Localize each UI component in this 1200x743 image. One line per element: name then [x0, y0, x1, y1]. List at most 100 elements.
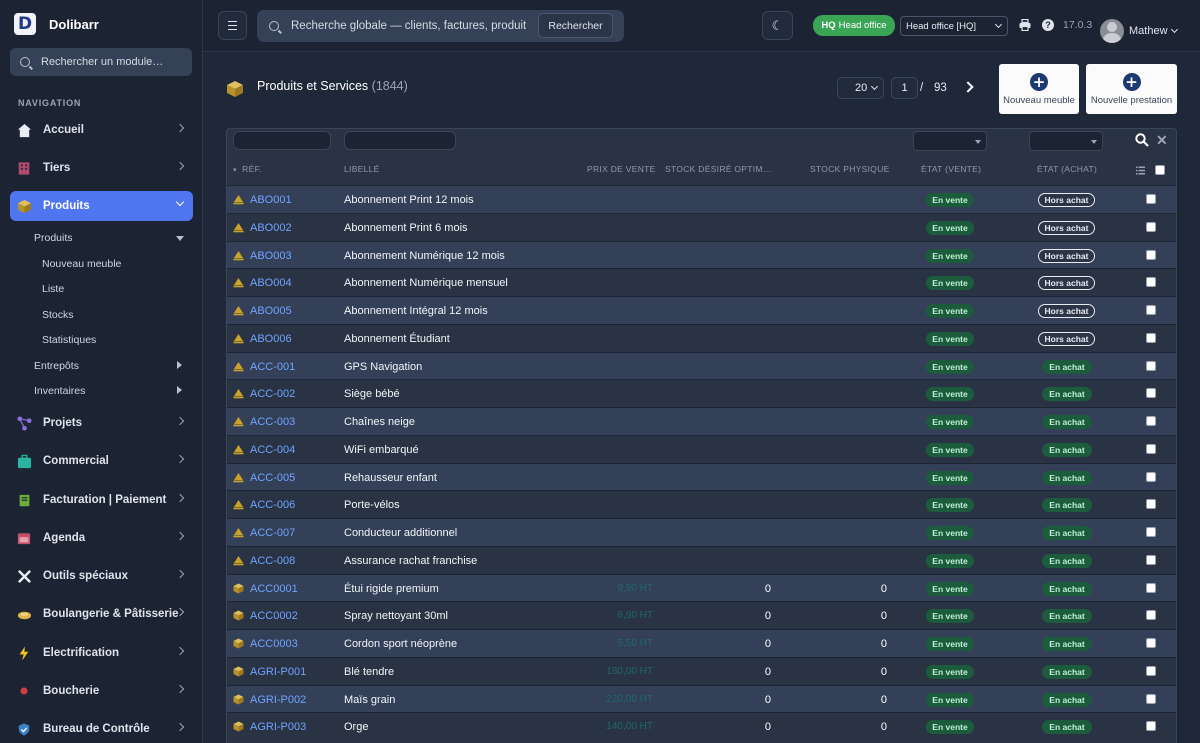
- row-checkbox[interactable]: [1146, 582, 1156, 593]
- buy-state-filter[interactable]: [1029, 131, 1103, 151]
- column-header-stock-desired[interactable]: STOCK DÉSIRÉ OPTIM…: [665, 164, 772, 174]
- product-ref-link[interactable]: AGRI-P002: [250, 694, 306, 706]
- product-ref-link[interactable]: ABO001: [250, 194, 292, 206]
- sub-item-entrepots[interactable]: Entrepôts: [34, 360, 79, 372]
- per-page-select[interactable]: 20: [837, 77, 884, 99]
- row-checkbox[interactable]: [1146, 443, 1156, 454]
- row-checkbox[interactable]: [1146, 249, 1156, 260]
- sidebar-item-bureau-de-contr-le[interactable]: Bureau de Contrôle: [10, 714, 193, 743]
- product-ref-link[interactable]: ACC-007: [250, 527, 295, 539]
- next-page-icon[interactable]: [962, 81, 974, 93]
- sidebar-item-commercial[interactable]: Commercial: [10, 446, 193, 476]
- sidebar-item-label: Projets: [43, 417, 82, 429]
- help-icon[interactable]: ?: [1042, 19, 1054, 31]
- row-checkbox[interactable]: [1146, 638, 1156, 648]
- module-search-input[interactable]: [41, 56, 181, 68]
- row-checkbox[interactable]: [1146, 416, 1156, 426]
- product-label: Étui rigide premium: [344, 582, 439, 595]
- sub-item-liste[interactable]: Liste: [42, 283, 64, 295]
- row-checkbox[interactable]: [1146, 665, 1156, 676]
- column-header-state-buy[interactable]: ÉTAT (ACHAT): [1037, 164, 1097, 174]
- row-checkbox[interactable]: [1146, 471, 1156, 482]
- clear-filters-icon[interactable]: ✕: [1156, 132, 1168, 149]
- avatar[interactable]: [1100, 19, 1124, 43]
- sub-item-inventaires[interactable]: Inventaires: [34, 385, 85, 397]
- product-ref-link[interactable]: AGRI-P003: [250, 721, 306, 733]
- column-header-label[interactable]: LIBELLÉ: [344, 164, 380, 174]
- column-header-state-sell[interactable]: ÉTAT (VENTE): [921, 164, 981, 174]
- row-checkbox[interactable]: [1146, 194, 1156, 204]
- new-furniture-button[interactable]: + Nouveau meuble: [999, 64, 1079, 114]
- product-ref-link[interactable]: ABO002: [250, 222, 292, 234]
- entity-select[interactable]: Head office [HQ]: [900, 16, 1008, 36]
- sidebar-item-electrification[interactable]: Electrification: [10, 638, 193, 668]
- label-filter-input[interactable]: [344, 131, 456, 150]
- caret-right-icon[interactable]: [177, 361, 182, 369]
- row-checkbox[interactable]: [1146, 693, 1156, 704]
- caret-down-icon[interactable]: [176, 236, 184, 241]
- sub-item-nouveau-meuble[interactable]: Nouveau meuble: [42, 258, 121, 270]
- product-ref-link[interactable]: ACC-006: [250, 499, 295, 511]
- menu-toggle-button[interactable]: [218, 11, 247, 40]
- product-ref-link[interactable]: ACC0002: [250, 610, 298, 622]
- product-ref-link[interactable]: ACC-002: [250, 388, 295, 400]
- product-ref-link[interactable]: ACC-001: [250, 361, 295, 373]
- column-list-icon[interactable]: [1136, 166, 1145, 175]
- sidebar-item-boulangerie-p-tisserie[interactable]: Boulangerie & Pâtisserie: [10, 599, 193, 629]
- sub-item-produits[interactable]: Produits: [34, 232, 73, 244]
- brand[interactable]: D Dolibarr: [14, 12, 99, 36]
- row-checkbox[interactable]: [1146, 527, 1156, 537]
- product-ref-link[interactable]: ACC-008: [250, 555, 295, 567]
- row-checkbox[interactable]: [1146, 499, 1156, 510]
- chevron-down-icon[interactable]: [1170, 25, 1179, 34]
- row-checkbox[interactable]: [1146, 277, 1156, 288]
- product-ref-link[interactable]: ABO003: [250, 250, 292, 262]
- row-checkbox[interactable]: [1146, 610, 1156, 621]
- select-all-checkbox[interactable]: [1155, 165, 1165, 175]
- sub-item-stocks[interactable]: Stocks: [42, 309, 74, 321]
- table-row: AGRI-P003 Orge 140,00 HT 0 0 En vente En achat: [227, 712, 1176, 740]
- product-ref-link[interactable]: AGRI-P001: [250, 666, 306, 678]
- row-checkbox[interactable]: [1146, 554, 1156, 565]
- row-checkbox[interactable]: [1146, 388, 1156, 399]
- column-header-ref[interactable]: ▾ RÉF.: [233, 164, 262, 174]
- sidebar-item-agenda[interactable]: Agenda: [10, 523, 193, 553]
- caret-right-icon[interactable]: [177, 386, 182, 394]
- search-button[interactable]: Rechercher: [538, 13, 613, 38]
- sub-item-statistiques[interactable]: Statistiques: [42, 334, 96, 346]
- module-search[interactable]: [10, 48, 192, 76]
- sidebar-item-outils-sp-ciaux[interactable]: Outils spéciaux: [10, 561, 193, 591]
- new-service-button[interactable]: + Nouvelle prestation: [1086, 64, 1177, 114]
- sidebar-item-facturation-paiement[interactable]: Facturation | Paiement: [10, 485, 193, 515]
- product-ref-link[interactable]: ACC-004: [250, 444, 295, 456]
- product-ref-link[interactable]: ABO006: [250, 333, 292, 345]
- row-checkbox[interactable]: [1146, 221, 1156, 232]
- ref-filter-input[interactable]: [233, 131, 331, 150]
- product-ref-link[interactable]: ACC-003: [250, 416, 295, 428]
- row-checkbox[interactable]: [1146, 721, 1156, 732]
- row-checkbox[interactable]: [1146, 305, 1156, 315]
- service-icon: [233, 472, 244, 483]
- column-header-stock-physical[interactable]: STOCK PHYSIQUE: [810, 164, 890, 174]
- product-ref-link[interactable]: ABO005: [250, 305, 292, 317]
- global-search-input[interactable]: [291, 20, 526, 32]
- sidebar-item-accueil[interactable]: Accueil: [10, 115, 193, 145]
- user-name[interactable]: Mathew: [1129, 25, 1168, 37]
- printer-icon[interactable]: [1019, 19, 1031, 31]
- dark-mode-toggle[interactable]: ☾: [762, 11, 793, 40]
- product-ref-link[interactable]: ACC0003: [250, 638, 298, 650]
- sidebar-item-tiers[interactable]: Tiers: [10, 153, 193, 183]
- sidebar-item-projets[interactable]: Projets: [10, 408, 193, 438]
- product-ref-link[interactable]: ACC-005: [250, 472, 295, 484]
- sell-status-badge: En vente: [926, 553, 974, 568]
- sidebar-item-boucherie[interactable]: Boucherie: [10, 676, 193, 706]
- sidebar-item-produits[interactable]: Produits: [10, 191, 193, 221]
- row-checkbox[interactable]: [1146, 332, 1156, 343]
- row-checkbox[interactable]: [1146, 360, 1156, 371]
- product-ref-link[interactable]: ABO004: [250, 277, 292, 289]
- sell-state-filter[interactable]: [913, 131, 987, 151]
- page-number-input[interactable]: 1: [891, 77, 918, 99]
- search-icon[interactable]: [1135, 133, 1149, 147]
- product-ref-link[interactable]: ACC0001: [250, 583, 298, 595]
- column-header-price[interactable]: PRIX DE VENTE: [587, 164, 656, 174]
